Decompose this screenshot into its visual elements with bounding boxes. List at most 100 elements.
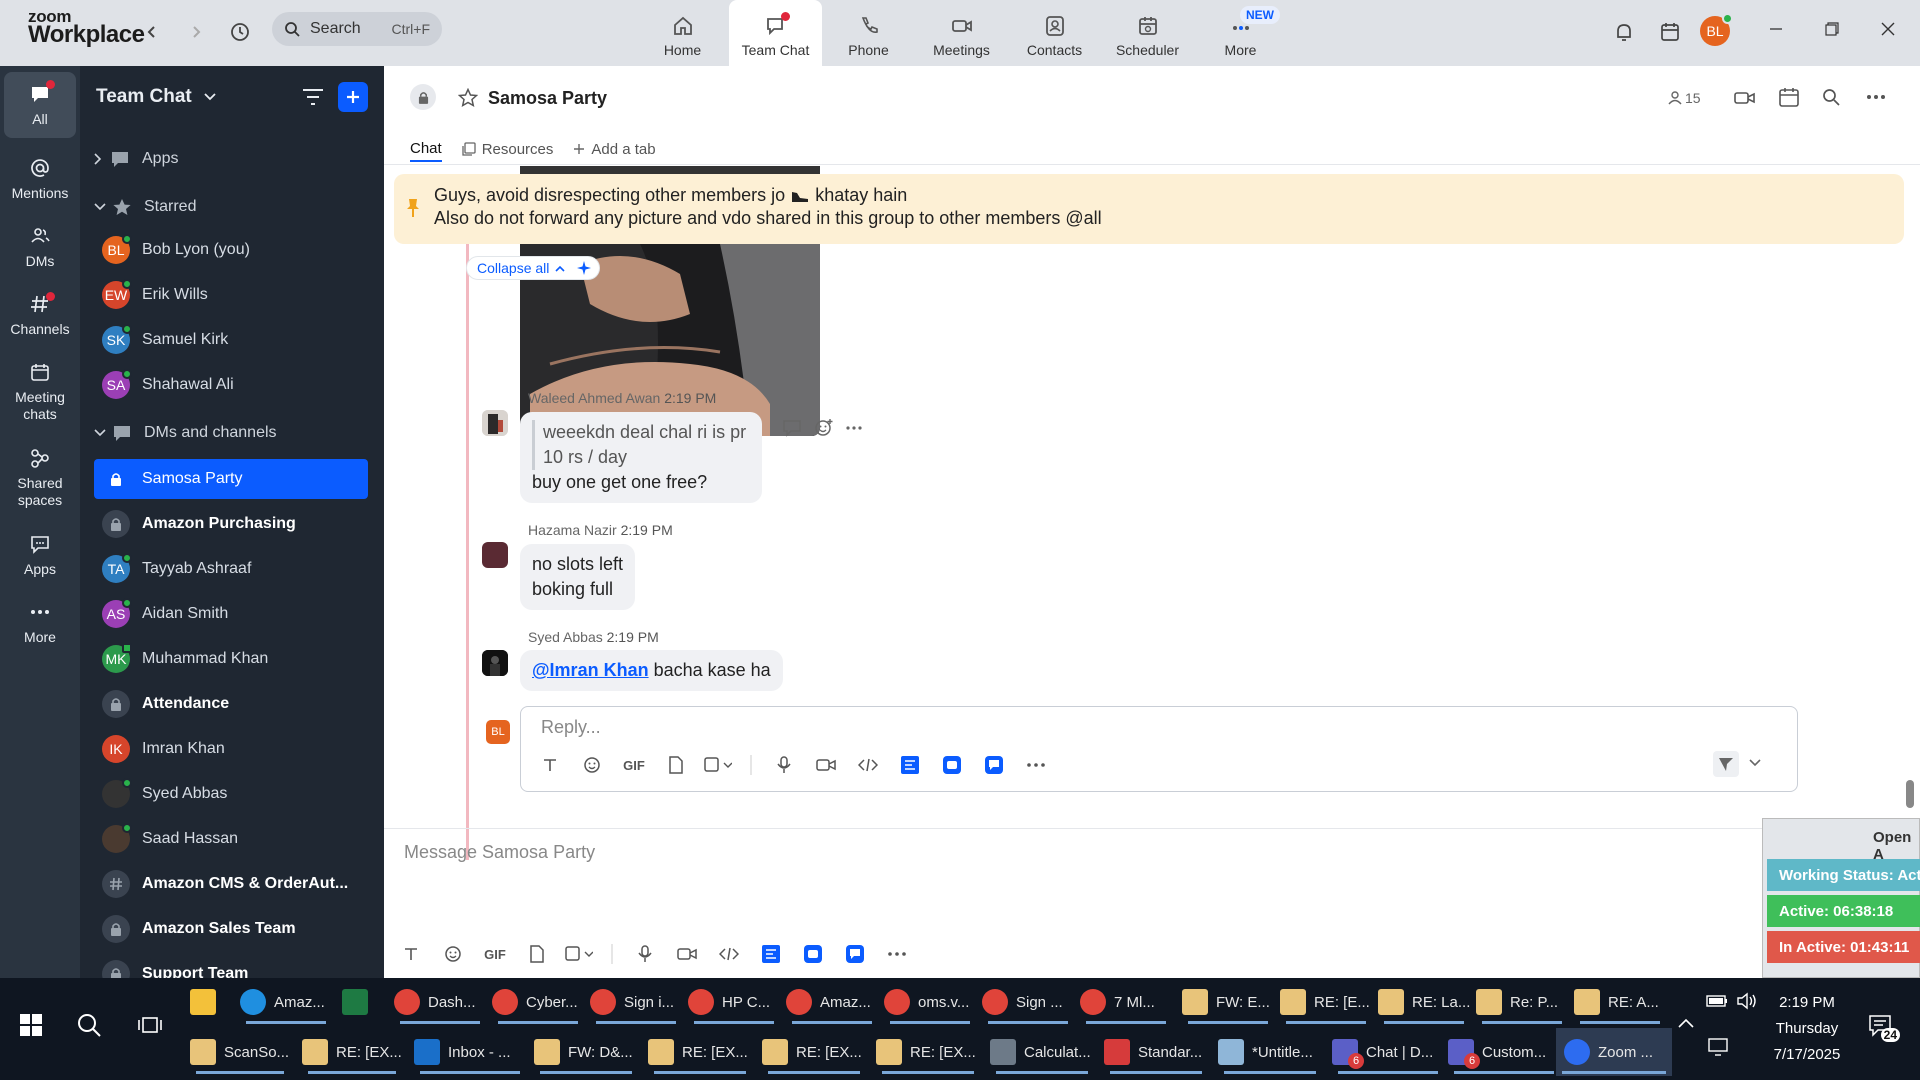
reply-composer[interactable]: Reply... GIF xyxy=(520,706,1798,792)
taskbar-app-zoom-active[interactable]: Zoom ... xyxy=(1556,1028,1672,1076)
taskbar-excel[interactable] xyxy=(342,978,388,1026)
user-avatar[interactable]: BL xyxy=(1700,13,1733,46)
taskbar-app[interactable]: RE: [EX... xyxy=(302,1028,402,1076)
file-icon[interactable] xyxy=(516,942,558,966)
calendar-app-icon[interactable] xyxy=(1654,16,1686,48)
message-sender[interactable]: Syed Abbas xyxy=(528,629,603,645)
video-message-icon[interactable] xyxy=(805,753,847,777)
sidebar-item-shahawal-ali[interactable]: SA Shahawal Ali xyxy=(94,365,368,405)
sidebar-item-amazon-cms[interactable]: Amazon CMS & OrderAut... xyxy=(94,864,368,904)
rail-apps[interactable]: Apps xyxy=(4,522,76,586)
video-message-icon[interactable] xyxy=(666,942,708,966)
search-bar[interactable]: Search Ctrl+F xyxy=(272,12,442,46)
taskbar-app[interactable]: FW: D&... xyxy=(534,1028,638,1076)
tab-resources[interactable]: Resources xyxy=(462,136,553,162)
taskbar-app[interactable]: Re: P... xyxy=(1476,978,1568,1026)
taskbar-app[interactable]: 6 Chat | D... xyxy=(1332,1028,1444,1076)
app-blue-icon-3[interactable] xyxy=(973,753,1015,777)
text-format-icon[interactable] xyxy=(529,753,571,777)
back-arrow-icon[interactable] xyxy=(136,16,168,48)
taskbar-app[interactable]: Dash... xyxy=(394,978,486,1026)
restore-icon[interactable] xyxy=(1812,14,1852,44)
sidebar-item-bob-lyon[interactable]: BL Bob Lyon (you) xyxy=(94,230,368,270)
taskbar-app[interactable]: *Untitle... xyxy=(1218,1028,1322,1076)
notifications-bell-icon[interactable] xyxy=(1608,16,1640,48)
more-options-icon[interactable] xyxy=(1866,94,1886,100)
taskbar-app[interactable]: RE: [E... xyxy=(1280,978,1372,1026)
user-mention[interactable]: @Imran Khan xyxy=(532,660,649,680)
battery-icon[interactable] xyxy=(1706,994,1728,1008)
app-blue-icon-2[interactable] xyxy=(792,942,834,966)
apps-section[interactable]: Apps xyxy=(94,150,178,168)
forward-arrow-icon[interactable] xyxy=(180,16,212,48)
collapse-all-button[interactable]: Collapse all xyxy=(466,256,601,280)
avatar[interactable] xyxy=(482,650,508,676)
sidebar-item-erik-wills[interactable]: EW Erik Wills xyxy=(94,275,368,315)
sidebar-item-aidan-smith[interactable]: AS Aidan Smith xyxy=(94,594,368,634)
message-bubble[interactable]: no slots left boking full xyxy=(520,544,636,610)
taskbar-app[interactable]: 6 Custom... xyxy=(1448,1028,1560,1076)
sidebar-item-attendance[interactable]: Attendance xyxy=(94,684,368,724)
rail-dms[interactable]: DMs xyxy=(4,214,76,278)
close-icon[interactable] xyxy=(1868,14,1908,44)
sidebar-item-tayyab-ashraaf[interactable]: TA Tayyab Ashraaf xyxy=(94,549,368,589)
file-icon[interactable] xyxy=(655,753,697,777)
nav-phone[interactable]: Phone xyxy=(822,0,915,66)
windows-start-icon[interactable] xyxy=(20,1014,42,1036)
taskbar-app[interactable]: oms.v... xyxy=(884,978,976,1026)
screenshot-icon[interactable] xyxy=(697,753,739,777)
members-button[interactable]: 15 xyxy=(1668,90,1701,106)
tab-add[interactable]: Add a tab xyxy=(573,136,656,162)
taskbar-clock[interactable]: 2:19 PM Thursday 7/17/2025 xyxy=(1752,990,1862,1068)
taskbar-app[interactable]: ScanSo... xyxy=(190,1028,290,1076)
sidebar-item-imran-khan[interactable]: IK Imran Khan xyxy=(94,729,368,769)
reply-input[interactable]: Reply... xyxy=(541,717,601,738)
message-sender[interactable]: Waleed Ahmed Awan xyxy=(528,390,660,406)
add-reaction-icon[interactable] xyxy=(814,418,834,438)
rail-mentions[interactable]: Mentions xyxy=(4,146,76,210)
message-bubble[interactable]: weeekdn deal chal ri is pr 10 rs / day bu… xyxy=(520,412,762,503)
video-call-icon[interactable] xyxy=(1734,88,1756,108)
emoji-icon[interactable] xyxy=(571,753,613,777)
chevron-down-icon[interactable] xyxy=(1749,759,1761,767)
nav-contacts[interactable]: Contacts xyxy=(1008,0,1101,66)
taskbar-app[interactable]: Cyber... xyxy=(492,978,584,1026)
taskbar-app[interactable]: FW: E... xyxy=(1182,978,1274,1026)
app-blue-icon-2[interactable] xyxy=(931,753,973,777)
channel-title[interactable]: Samosa Party xyxy=(488,88,607,109)
sidebar-header[interactable]: Team Chat xyxy=(96,86,216,108)
taskbar-app[interactable]: RE: A... xyxy=(1574,978,1666,1026)
avatar[interactable] xyxy=(482,542,508,568)
sidebar-item-samuel-kirk[interactable]: SK Samuel Kirk xyxy=(94,320,368,360)
message-sender[interactable]: Hazama Nazir xyxy=(528,522,617,538)
message-input[interactable]: Message Samosa Party xyxy=(404,842,595,863)
taskbar-app[interactable]: HP C... xyxy=(688,978,780,1026)
task-view-icon[interactable] xyxy=(138,1014,162,1036)
taskbar-search-icon[interactable] xyxy=(76,1012,102,1038)
code-snippet-icon[interactable] xyxy=(708,942,750,966)
minimize-icon[interactable] xyxy=(1756,14,1796,44)
send-icon[interactable] xyxy=(1713,751,1739,777)
app-blue-icon-3[interactable] xyxy=(834,942,876,966)
taskbar-app[interactable]: Amaz... xyxy=(240,978,332,1026)
pinned-message[interactable]: Guys, avoid disrespecting other members … xyxy=(394,174,1904,244)
sidebar-item-samosa-party[interactable]: Samosa Party xyxy=(94,459,368,499)
taskbar-app[interactable]: Standar... xyxy=(1104,1028,1208,1076)
tray-chevron-up-icon[interactable] xyxy=(1678,1018,1694,1028)
reply-thread-icon[interactable] xyxy=(782,419,802,437)
gif-icon[interactable]: GIF xyxy=(474,942,516,966)
microphone-icon[interactable] xyxy=(624,942,666,966)
rail-channels[interactable]: Channels xyxy=(4,282,76,346)
taskbar-app[interactable]: RE: [EX... xyxy=(876,1028,980,1076)
more-actions-icon[interactable] xyxy=(846,426,862,430)
microphone-icon[interactable] xyxy=(763,753,805,777)
dms-section[interactable]: DMs and channels xyxy=(94,424,277,442)
rail-shared-spaces[interactable]: Shared spaces xyxy=(4,436,76,516)
screenshot-icon[interactable] xyxy=(558,942,600,966)
rail-meeting-chats[interactable]: Meeting chats xyxy=(4,350,76,430)
starred-section[interactable]: Starred xyxy=(94,198,196,216)
sidebar-item-syed-abbas[interactable]: Syed Abbas xyxy=(94,774,368,814)
taskbar-file-explorer[interactable] xyxy=(190,978,236,1026)
filter-icon[interactable] xyxy=(302,88,324,106)
app-blue-icon-1[interactable] xyxy=(750,942,792,966)
